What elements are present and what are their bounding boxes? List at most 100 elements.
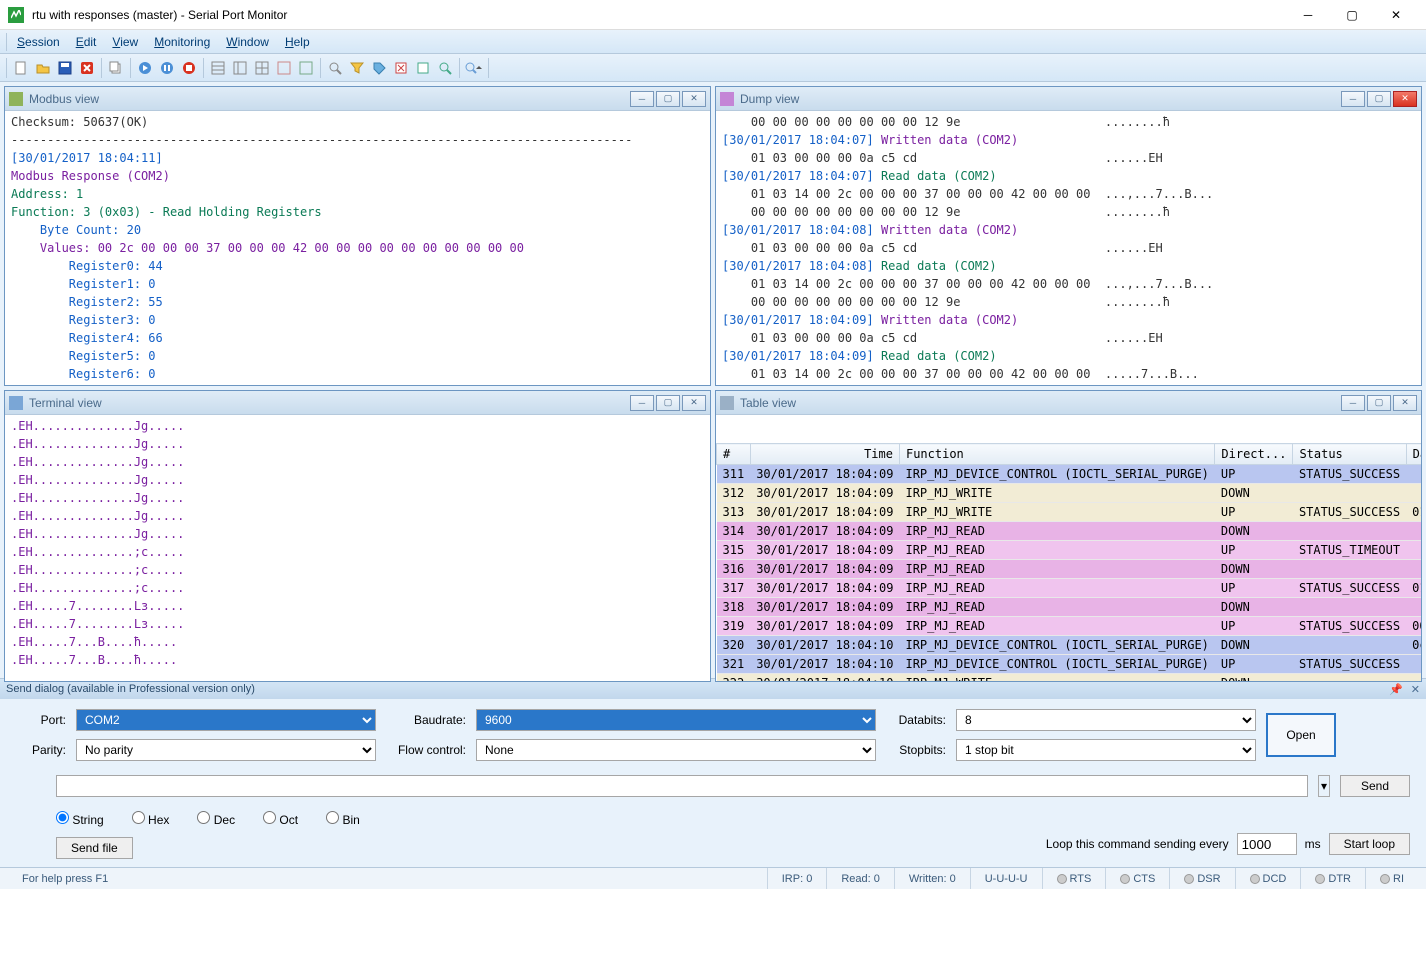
col-data[interactable]: Data xyxy=(1406,444,1421,465)
maximize-button[interactable]: ▢ xyxy=(1330,1,1374,29)
col-status[interactable]: Status xyxy=(1293,444,1406,465)
fmt-string[interactable]: String xyxy=(56,811,104,827)
menu-monitoring[interactable]: Monitoring xyxy=(146,33,218,51)
panel-max-icon[interactable]: ▢ xyxy=(656,91,680,107)
menu-help[interactable]: Help xyxy=(277,33,318,51)
menu-session[interactable]: Session xyxy=(9,33,68,51)
zoom-dropdown-icon[interactable] xyxy=(464,58,484,78)
view-modbus-icon[interactable] xyxy=(296,58,316,78)
panel-dump-header[interactable]: Dump view ─ ▢ ✕ xyxy=(716,87,1421,111)
stop-select[interactable]: 1 stop bit xyxy=(956,739,1256,761)
table-row[interactable]: 31130/01/2017 18:04:09IRP_MJ_DEVICE_CONT… xyxy=(717,465,1422,484)
table-content[interactable]: # Time Function Direct... Status Data 31… xyxy=(716,415,1421,681)
menu-window[interactable]: Window xyxy=(218,33,277,51)
delete-icon[interactable] xyxy=(77,58,97,78)
command-input[interactable] xyxy=(56,775,1308,797)
port-label: Port: xyxy=(16,713,66,727)
send-file-button[interactable]: Send file xyxy=(56,837,133,859)
view-line-icon[interactable] xyxy=(230,58,250,78)
menu-view[interactable]: View xyxy=(104,33,146,51)
open-button[interactable]: Open xyxy=(1266,713,1336,757)
fmt-oct[interactable]: Oct xyxy=(263,811,298,827)
send-button[interactable]: Send xyxy=(1340,775,1410,797)
panel-dump-title: Dump view xyxy=(740,92,1341,106)
col-num[interactable]: # xyxy=(717,444,751,465)
panel-min-icon[interactable]: ─ xyxy=(630,395,654,411)
modbus-content[interactable]: Checksum: 50637(OK)---------------------… xyxy=(5,111,710,385)
close-button[interactable]: ✕ xyxy=(1374,1,1418,29)
export-icon[interactable] xyxy=(413,58,433,78)
panel-max-icon[interactable]: ▢ xyxy=(1367,91,1391,107)
start-loop-button[interactable]: Start loop xyxy=(1329,833,1410,855)
status-dtr: DTR xyxy=(1300,868,1365,889)
port-select[interactable]: COM2 xyxy=(76,709,376,731)
panel-min-icon[interactable]: ─ xyxy=(630,91,654,107)
copy-icon[interactable] xyxy=(106,58,126,78)
table-row[interactable]: 31730/01/2017 18:04:09IRP_MJ_READUPSTATU… xyxy=(717,579,1422,598)
fmt-bin[interactable]: Bin xyxy=(326,811,360,827)
app-icon xyxy=(8,7,24,23)
col-time[interactable]: Time xyxy=(750,444,899,465)
minimize-button[interactable]: ─ xyxy=(1286,1,1330,29)
new-icon[interactable] xyxy=(11,58,31,78)
menubar: Session Edit View Monitoring Window Help xyxy=(0,30,1426,54)
panel-table-header[interactable]: Table view ─ ▢ ✕ xyxy=(716,391,1421,415)
status-written: Written: 0 xyxy=(894,868,970,889)
baud-select[interactable]: 9600 xyxy=(476,709,876,731)
pin-icon[interactable]: 📌 xyxy=(1389,683,1403,696)
clear-icon[interactable] xyxy=(391,58,411,78)
panel-min-icon[interactable]: ─ xyxy=(1341,395,1365,411)
open-icon[interactable] xyxy=(33,58,53,78)
flow-label: Flow control: xyxy=(386,743,466,757)
panel-min-icon[interactable]: ─ xyxy=(1341,91,1365,107)
table-row[interactable]: 31930/01/2017 18:04:09IRP_MJ_READUPSTATU… xyxy=(717,617,1422,636)
view-dump-icon[interactable] xyxy=(252,58,272,78)
pause-icon[interactable] xyxy=(157,58,177,78)
terminal-icon xyxy=(9,396,23,410)
save-icon[interactable] xyxy=(55,58,75,78)
col-dir[interactable]: Direct... xyxy=(1215,444,1293,465)
terminal-content[interactable]: .EH..............Jg......EH.............… xyxy=(5,415,710,681)
stop-icon[interactable] xyxy=(179,58,199,78)
table-row[interactable]: 32230/01/2017 18:04:10IRP_MJ_WRITEDOWN xyxy=(717,674,1422,682)
table-row[interactable]: 31430/01/2017 18:04:09IRP_MJ_READDOWN xyxy=(717,522,1422,541)
data-table[interactable]: # Time Function Direct... Status Data 31… xyxy=(716,443,1421,681)
loop-ms-input[interactable] xyxy=(1237,833,1297,855)
panel-max-icon[interactable]: ▢ xyxy=(656,395,680,411)
databits-select[interactable]: 8 xyxy=(956,709,1256,731)
parity-select[interactable]: No parity xyxy=(76,739,376,761)
panel-max-icon[interactable]: ▢ xyxy=(1367,395,1391,411)
panel-modbus-header[interactable]: Modbus view ─ ▢ ✕ xyxy=(5,87,710,111)
filter-icon[interactable] xyxy=(347,58,367,78)
menu-edit[interactable]: Edit xyxy=(68,33,105,51)
dump-content[interactable]: 00 00 00 00 00 00 00 00 12 9e ........ħ[… xyxy=(716,111,1421,385)
panel-close-icon[interactable]: ✕ xyxy=(682,395,706,411)
workspace: Modbus view ─ ▢ ✕ Checksum: 50637(OK)---… xyxy=(0,82,1426,678)
zoom-icon[interactable] xyxy=(435,58,455,78)
table-row[interactable]: 32130/01/2017 18:04:10IRP_MJ_DEVICE_CONT… xyxy=(717,655,1422,674)
panel-close-icon[interactable]: ✕ xyxy=(1393,91,1417,107)
fmt-hex[interactable]: Hex xyxy=(132,811,170,827)
table-row[interactable]: 32030/01/2017 18:04:10IRP_MJ_DEVICE_CONT… xyxy=(717,636,1422,655)
panel-terminal-title: Terminal view xyxy=(29,396,630,410)
find-icon[interactable] xyxy=(325,58,345,78)
table-row[interactable]: 31330/01/2017 18:04:09IRP_MJ_WRITEUPSTAT… xyxy=(717,503,1422,522)
view-terminal-icon[interactable] xyxy=(274,58,294,78)
status-help: For help press F1 xyxy=(8,868,767,889)
table-row[interactable]: 31830/01/2017 18:04:09IRP_MJ_READDOWN xyxy=(717,598,1422,617)
fmt-dec[interactable]: Dec xyxy=(197,811,235,827)
loop-label: Loop this command sending every xyxy=(1046,837,1229,851)
panel-close-icon[interactable]: ✕ xyxy=(1393,395,1417,411)
flow-select[interactable]: None xyxy=(476,739,876,761)
play-icon[interactable] xyxy=(135,58,155,78)
panel-close-icon[interactable]: ✕ xyxy=(682,91,706,107)
tag-icon[interactable] xyxy=(369,58,389,78)
view-table-icon[interactable] xyxy=(208,58,228,78)
cmd-dropdown-icon[interactable]: ▾ xyxy=(1318,775,1330,797)
table-row[interactable]: 31630/01/2017 18:04:09IRP_MJ_READDOWN xyxy=(717,560,1422,579)
table-row[interactable]: 31230/01/2017 18:04:09IRP_MJ_WRITEDOWN xyxy=(717,484,1422,503)
panel-terminal-header[interactable]: Terminal view ─ ▢ ✕ xyxy=(5,391,710,415)
close-dock-icon[interactable]: ✕ xyxy=(1411,683,1420,696)
col-func[interactable]: Function xyxy=(899,444,1214,465)
table-row[interactable]: 31530/01/2017 18:04:09IRP_MJ_READUPSTATU… xyxy=(717,541,1422,560)
